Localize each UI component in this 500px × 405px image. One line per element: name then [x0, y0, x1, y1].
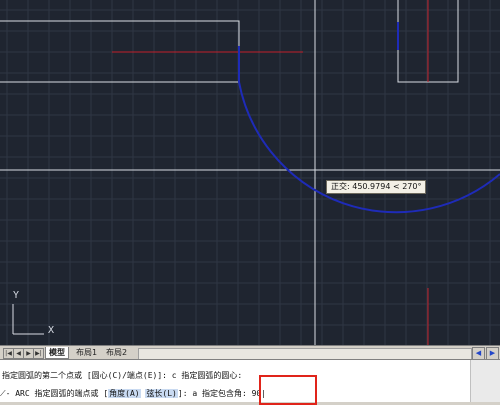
command-window[interactable]: 指定圆弧的第二个点或 [圆心(C)/端点(E)]: c 指定圆弧的圆心: ⟋- … [0, 359, 500, 405]
command-scrollbar[interactable] [470, 360, 500, 402]
drawing-svg [0, 0, 500, 345]
last-tab-button[interactable]: ▶| [33, 348, 44, 359]
tab-model[interactable]: 模型 [45, 347, 69, 359]
tab-layout2[interactable]: 布局2 [103, 347, 130, 358]
command-history-line: 指定圆弧的第二个点或 [圆心(C)/端点(E)]: c 指定圆弧的圆心: [2, 371, 243, 380]
option-angle[interactable]: 角度(A) [108, 389, 141, 398]
coordinate-tooltip: 正交: 450.9794 < 270° [326, 180, 427, 194]
drawing-canvas[interactable]: 正交: 450.9794 < 270° Y X [0, 0, 500, 345]
prompt-suffix: ]: a 指定包含角: [177, 389, 247, 398]
prompt-prefix: - ARC 指定圆弧的端点或 [ [5, 389, 109, 398]
command-prompt-line[interactable]: ⟋- ARC 指定圆弧的端点或 [角度(A) 弦长(L)]: a 指定包含角: … [0, 388, 266, 399]
ucs-y-label: Y [13, 290, 20, 301]
tab-layout1[interactable]: 布局1 [73, 347, 100, 358]
layout-tab-bar: |◀ ◀ ▶ ▶| 模型 布局1 布局2 ◀ ▶ [0, 345, 500, 360]
ucs-x-label: X [48, 325, 55, 336]
option-chord[interactable]: 弦长(L) [145, 389, 178, 398]
